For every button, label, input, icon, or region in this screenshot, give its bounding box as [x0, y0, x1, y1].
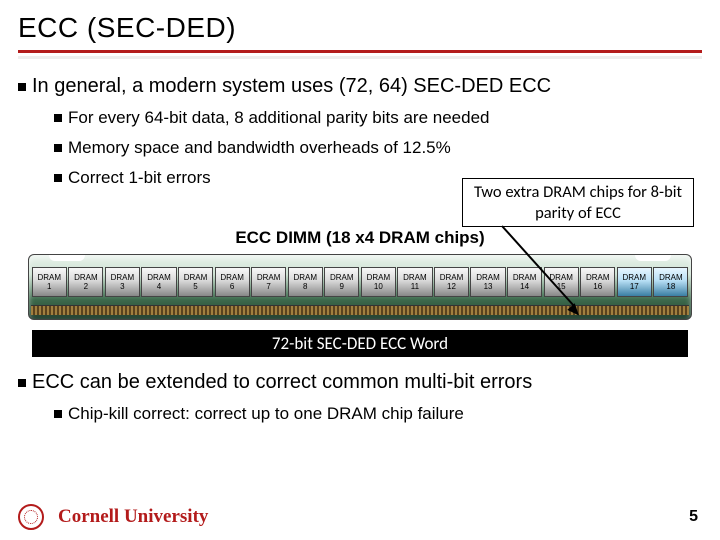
dram-chip: DRAM5: [178, 267, 213, 297]
dram-chip: DRAM6: [215, 267, 250, 297]
seal-icon: [18, 504, 44, 530]
bullet-1-text: In general, a modern system uses (72, 64…: [32, 75, 551, 97]
dimm-title: ECC DIMM (18 x4 DRAM chips): [18, 228, 702, 248]
chip-label: DRAM: [147, 273, 171, 282]
dram-chip: DRAM14: [507, 267, 542, 297]
chip-label: DRAM: [293, 273, 317, 282]
dram-chip-ecc: DRAM18: [653, 267, 688, 297]
chip-number: 1: [33, 283, 66, 291]
chip-label: DRAM: [111, 273, 135, 282]
bullet-2a: Chip-kill correct: correct up to one DRA…: [54, 404, 702, 424]
chip-label: DRAM: [403, 273, 427, 282]
dram-chip: DRAM11: [397, 267, 432, 297]
chip-label: DRAM: [220, 273, 244, 282]
chip-number: 5: [179, 283, 212, 291]
chip-label: DRAM: [513, 273, 537, 282]
dram-chip: DRAM13: [470, 267, 505, 297]
dram-chip: DRAM16: [580, 267, 615, 297]
parity-callout: Two extra DRAM chips for 8-bit parity of…: [462, 178, 694, 227]
chip-label: DRAM: [330, 273, 354, 282]
bullet-1a-text: For every 64-bit data, 8 additional pari…: [68, 108, 489, 127]
dram-chip: DRAM1: [32, 267, 67, 297]
ecc-word-banner: 72-bit SEC-DED ECC Word: [32, 330, 688, 357]
university-logo-text: Cornell University: [58, 506, 208, 528]
chip-label: DRAM: [659, 273, 683, 282]
bullet-2a-text: Chip-kill correct: correct up to one DRA…: [68, 404, 464, 423]
chip-label: DRAM: [476, 273, 500, 282]
dram-chip: DRAM7: [251, 267, 286, 297]
title-rule: [18, 50, 702, 53]
dram-chip: DRAM4: [141, 267, 176, 297]
chip-number: 6: [216, 283, 249, 291]
chip-number: 8: [289, 283, 322, 291]
chip-number: 16: [581, 283, 614, 291]
chip-number: 11: [398, 283, 431, 291]
dram-chip: DRAM10: [361, 267, 396, 297]
dram-chip: DRAM12: [434, 267, 469, 297]
chip-number: 7: [252, 283, 285, 291]
footer: Cornell University: [18, 504, 208, 530]
chip-number: 17: [618, 283, 651, 291]
chip-label: DRAM: [257, 273, 281, 282]
chip-label: DRAM: [38, 273, 62, 282]
bullet-2-text: ECC can be extended to correct common mu…: [32, 371, 532, 393]
bullet-1: In general, a modern system uses (72, 64…: [18, 75, 702, 98]
bullet-1b-text: Memory space and bandwidth overheads of …: [68, 138, 451, 157]
chip-number: 2: [69, 283, 102, 291]
chip-number: 14: [508, 283, 541, 291]
dimm-notch: [635, 254, 671, 261]
chip-label: DRAM: [586, 273, 610, 282]
chip-number: 12: [435, 283, 468, 291]
chip-label: DRAM: [440, 273, 464, 282]
dimm-pins: [31, 305, 689, 315]
dram-chip: DRAM9: [324, 267, 359, 297]
dram-chip-ecc: DRAM17: [617, 267, 652, 297]
chip-number: 10: [362, 283, 395, 291]
chip-number: 3: [106, 283, 139, 291]
dram-chip: DRAM3: [105, 267, 140, 297]
page-number: 5: [689, 508, 698, 526]
chip-label: DRAM: [184, 273, 208, 282]
slide-title: ECC (SEC-DED): [18, 12, 702, 44]
chip-label: DRAM: [367, 273, 391, 282]
dram-chip: DRAM8: [288, 267, 323, 297]
chip-label: DRAM: [74, 273, 98, 282]
chip-number: 18: [654, 283, 687, 291]
chip-number: 9: [325, 283, 358, 291]
chip-number: 4: [142, 283, 175, 291]
bullet-1a: For every 64-bit data, 8 additional pari…: [54, 108, 702, 128]
dimm-notch: [49, 254, 85, 261]
slide-body: In general, a modern system uses (72, 64…: [0, 57, 720, 424]
dimm-diagram: DRAM1DRAM2DRAM3DRAM4DRAM5DRAM6DRAM7DRAM8…: [28, 254, 692, 320]
chip-number: 13: [471, 283, 504, 291]
bullet-1b: Memory space and bandwidth overheads of …: [54, 138, 702, 158]
chip-label: DRAM: [623, 273, 647, 282]
bullet-1c-text: Correct 1-bit errors: [68, 168, 211, 187]
bullet-2: ECC can be extended to correct common mu…: [18, 371, 702, 394]
dram-chip: DRAM2: [68, 267, 103, 297]
